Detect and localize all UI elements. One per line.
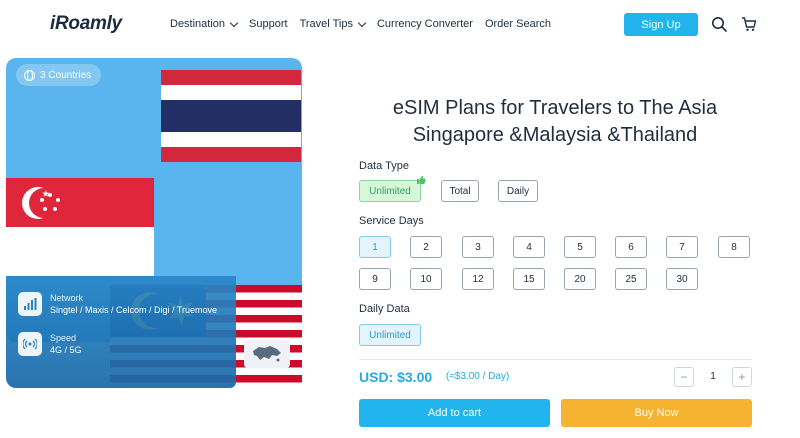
quantity-increase-button[interactable]: +: [732, 367, 752, 387]
add-to-cart-button[interactable]: Add to cart: [359, 399, 550, 427]
chevron-down-icon: [229, 18, 239, 27]
speed-value: 4G / 5G: [50, 345, 82, 355]
price-per-day: (≈$3.00 / Day): [446, 371, 510, 382]
asia-map-thumbnail[interactable]: [244, 340, 290, 368]
nav-destination[interactable]: Destination: [170, 18, 239, 30]
network-label: Network: [50, 293, 84, 303]
day-option-7[interactable]: 7: [666, 236, 698, 258]
daily-data-label: Daily Data: [359, 303, 410, 315]
main-nav: Destination Support Travel Tips Currency…: [170, 0, 563, 48]
page: iRoamly Destination Support Travel Tips …: [0, 0, 800, 438]
logo-text: iRoamly: [50, 13, 122, 34]
service-days-label: Service Days: [359, 215, 424, 227]
nav-currency-converter-label: Currency Converter: [376, 18, 473, 30]
thailand-flag: [161, 70, 301, 162]
cart-icon[interactable]: [741, 16, 757, 32]
data-type-total[interactable]: Total: [441, 180, 479, 202]
quantity-decrease-button[interactable]: −: [674, 367, 694, 387]
day-option-9[interactable]: 9: [359, 268, 391, 290]
nav-currency-converter[interactable]: Currency Converter: [377, 18, 473, 30]
product-title-line1: eSIM Plans for Travelers to The Asia: [392, 97, 718, 119]
globe-icon: [24, 69, 35, 81]
price: USD: $3.00: [359, 369, 433, 385]
data-type-unlimited[interactable]: Unlimited: [359, 180, 421, 202]
nav-travel-tips-label: Travel Tips: [299, 18, 353, 30]
signal-bars-icon: [18, 292, 42, 316]
day-option-1[interactable]: 1: [359, 236, 391, 258]
data-type-label: Data Type: [359, 160, 409, 172]
network-value: Singtel / Maxis / Celcom / Digi / Truemo…: [50, 305, 218, 315]
chevron-down-icon: [357, 18, 367, 27]
day-option-2[interactable]: 2: [410, 236, 442, 258]
day-option-6[interactable]: 6: [615, 236, 647, 258]
product-title-line2: Singapore &Malaysia &Thailand: [412, 124, 698, 146]
day-option-20[interactable]: 20: [564, 268, 596, 290]
daily-data-unlimited[interactable]: Unlimited: [359, 324, 421, 346]
day-option-15[interactable]: 15: [513, 268, 545, 290]
top-header: iRoamly Destination Support Travel Tips …: [0, 0, 800, 48]
thumbs-up-icon: [417, 175, 426, 184]
nav-travel-tips[interactable]: Travel Tips: [299, 18, 367, 30]
nav-order-search-label: Order Search: [484, 18, 551, 30]
day-option-30[interactable]: 30: [666, 268, 698, 290]
divider: [359, 359, 752, 360]
data-type-daily[interactable]: Daily: [498, 180, 538, 202]
product-title: eSIM Plans for Travelers to The Asia Sin…: [360, 95, 750, 149]
day-option-12[interactable]: 12: [462, 268, 494, 290]
day-option-10[interactable]: 10: [410, 268, 442, 290]
nav-order-search[interactable]: Order Search: [485, 18, 551, 30]
wifi-signal-icon: [18, 332, 42, 356]
map-icon: [253, 346, 281, 362]
quantity-value[interactable]: 1: [703, 371, 723, 382]
search-icon[interactable]: [711, 16, 727, 32]
nav-support[interactable]: Support: [249, 18, 288, 30]
buy-now-button[interactable]: Buy Now: [561, 399, 752, 427]
nav-support-label: Support: [249, 18, 288, 30]
day-option-4[interactable]: 4: [513, 236, 545, 258]
day-option-3[interactable]: 3: [462, 236, 494, 258]
logo[interactable]: iRoamly: [50, 13, 122, 35]
nav-destination-label: Destination: [170, 18, 226, 30]
sign-up-button[interactable]: Sign Up: [624, 13, 698, 36]
day-option-5[interactable]: 5: [564, 236, 596, 258]
countries-badge: 3 Countries: [16, 64, 102, 86]
singapore-flag: [6, 178, 154, 276]
countries-badge-label: 3 Countries: [40, 69, 92, 81]
speed-label: Speed: [50, 333, 77, 343]
day-option-8[interactable]: 8: [718, 236, 750, 258]
speed-info: Speed 4G / 5G: [18, 332, 82, 356]
network-info: Network Singtel / Maxis / Celcom / Digi …: [18, 292, 217, 316]
day-option-25[interactable]: 25: [615, 268, 647, 290]
